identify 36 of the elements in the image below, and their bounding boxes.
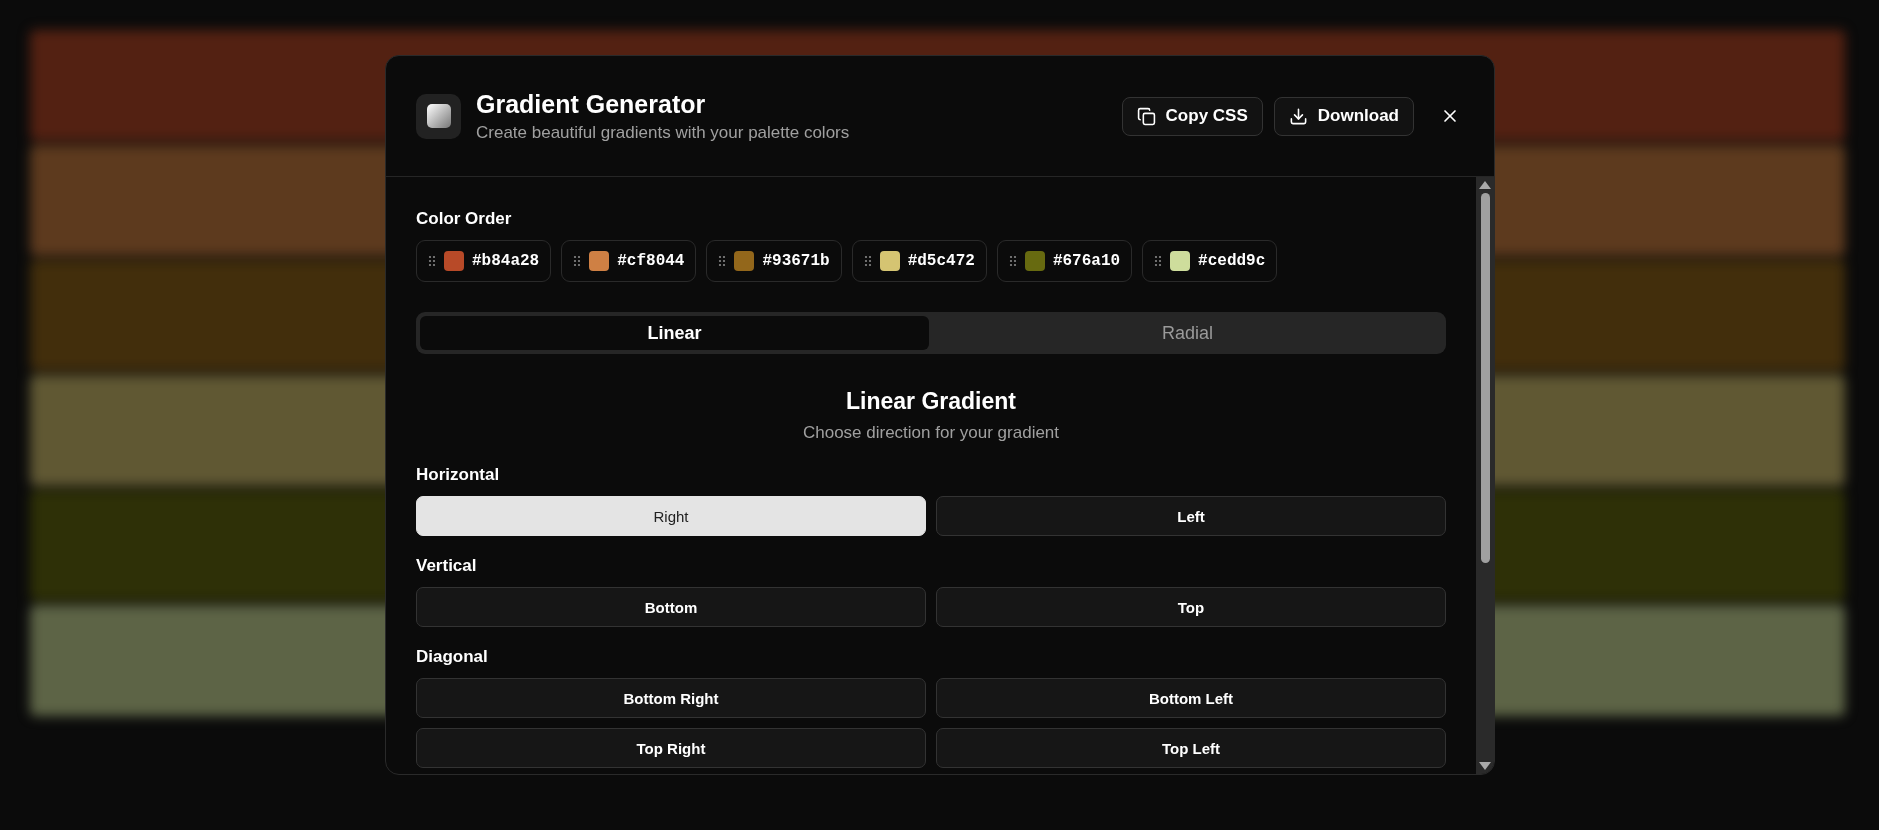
group-label: Diagonal <box>416 647 489 667</box>
direction-button[interactable]: Left <box>936 496 1446 536</box>
tab[interactable]: Radial <box>933 316 1442 350</box>
direction-button[interactable]: Bottom Left <box>936 678 1446 718</box>
direction-button[interactable]: Bottom <box>416 587 926 627</box>
scrollbar[interactable] <box>1476 177 1494 774</box>
direction-button[interactable]: Top Right <box>416 728 926 768</box>
gradient-logo-icon <box>416 93 461 139</box>
direction-button[interactable]: Bottom Right <box>416 678 926 718</box>
drag-handle-icon[interactable] <box>863 255 872 267</box>
direction-button[interactable]: Right <box>416 496 926 536</box>
direction-button[interactable]: Top Left <box>936 728 1446 768</box>
drag-handle-icon[interactable] <box>1154 255 1163 267</box>
section-subtitle: Choose direction for your gradient <box>801 423 1061 443</box>
dialog-subtitle: Create beautiful gradients with your palette colors <box>476 122 851 143</box>
color-chip[interactable]: #cedd9c <box>1142 240 1278 282</box>
download-icon <box>1288 106 1308 126</box>
drag-handle-icon[interactable] <box>573 255 582 267</box>
color-chip[interactable]: #d5c472 <box>851 240 987 282</box>
tab[interactable]: Linear <box>420 316 929 350</box>
download-button[interactable]: Download <box>1273 96 1414 136</box>
section-title: Linear Gradient <box>845 388 1017 415</box>
color-chip[interactable]: #676a10 <box>996 240 1133 282</box>
drag-handle-icon[interactable] <box>718 255 727 267</box>
color-chip[interactable]: #cf8044 <box>561 240 697 282</box>
direction-button[interactable]: Top <box>936 587 1446 627</box>
drag-handle-icon[interactable] <box>428 255 436 267</box>
color-chip[interactable]: #b84a28 <box>416 240 552 282</box>
dialog-title: Gradient Generator <box>476 89 707 119</box>
group-label: Vertical <box>416 556 478 576</box>
copy-icon <box>1136 106 1156 126</box>
group-label: Horizontal <box>416 465 501 485</box>
drag-handle-icon[interactable] <box>1008 255 1017 267</box>
color-chip[interactable]: #93671b <box>706 240 842 282</box>
section-label: Color Order <box>416 209 513 229</box>
copy-css-button[interactable]: Copy CSS <box>1121 96 1263 136</box>
